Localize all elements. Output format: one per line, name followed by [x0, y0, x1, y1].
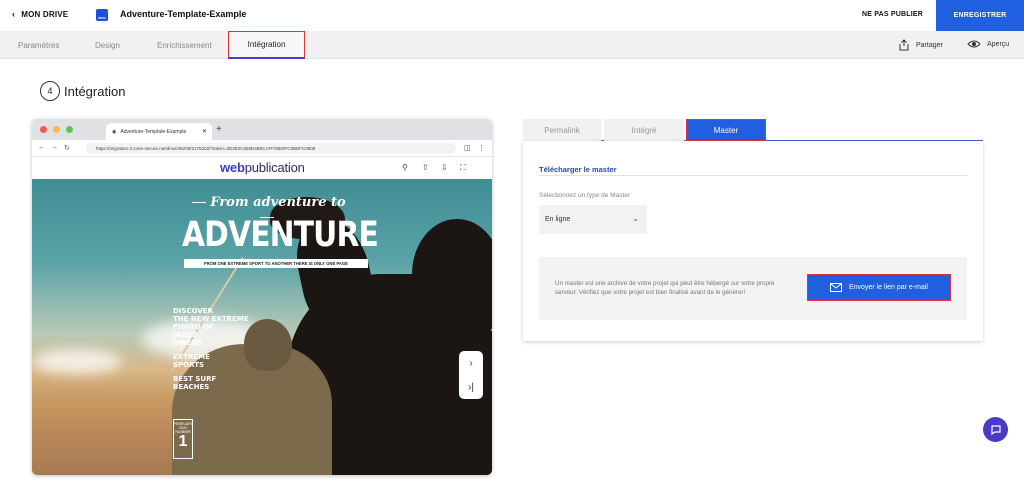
section-title: Intégration: [64, 84, 126, 99]
preview-label: Aperçu: [987, 40, 1010, 48]
master-type-select[interactable]: En ligne ⌄: [539, 205, 647, 234]
chevron-down-icon: ⌄: [632, 214, 639, 223]
preview-button[interactable]: Aperçu: [967, 39, 1009, 49]
webpublication-logo: webpublication: [220, 160, 305, 175]
share-button[interactable]: Partager: [898, 39, 943, 51]
page-navigator: › ›|: [459, 351, 483, 399]
logo-publication: publication: [244, 160, 305, 175]
next-page-icon[interactable]: ›: [469, 358, 472, 369]
search-icon: ⚲: [402, 163, 408, 172]
back-to-drive-link[interactable]: ‹ MON DRIVE: [12, 9, 68, 19]
master-info-text: Un master est une archive de votre proje…: [555, 280, 775, 296]
issue-box: FEBRUARY 2024 NUMBER 1: [173, 419, 193, 459]
send-email-label: Envoyer le lien par e-mail: [849, 284, 928, 291]
close-dot-icon: [40, 126, 47, 133]
integration-tabs: Permalink Intégré Master: [523, 119, 983, 141]
maximize-dot-icon: [66, 126, 73, 133]
send-email-button[interactable]: Envoyer le lien par e-mail: [807, 274, 951, 301]
editor-tabs: Paramètres Design Enrichissement Intégra…: [0, 31, 1024, 59]
tab-parametres[interactable]: Paramètres: [18, 31, 59, 59]
magazine-cover: From adventure to ADVENTURE FROM ONE EXT…: [32, 179, 492, 475]
browser-tab-bar: ◉ Adventure-Template-Example ✕ +: [32, 119, 492, 140]
share-icon: ⇧: [422, 163, 429, 172]
back-label: MON DRIVE: [21, 9, 69, 19]
master-type-label: Sélectionnez un type de Master: [539, 192, 631, 199]
master-info-box: Un master est une archive de votre proje…: [539, 257, 967, 320]
minimize-dot-icon: [53, 126, 60, 133]
globe-icon: ◉: [112, 128, 117, 135]
close-tab-icon: ✕: [201, 129, 207, 135]
save-button[interactable]: ENREGISTRER: [936, 0, 1024, 31]
tab-design[interactable]: Design: [95, 31, 120, 59]
unpublish-button[interactable]: NE PAS PUBLIER: [862, 11, 923, 18]
cover-side-text: DISCOVER THE NEW EXTREME PHOTO OF JAKOB …: [173, 307, 249, 391]
divider: [539, 175, 967, 176]
tab-permalink[interactable]: Permalink: [523, 119, 601, 141]
fullscreen-icon: ⛶: [460, 163, 466, 172]
back-arrow-icon: ←: [38, 144, 45, 151]
cover-subline: FROM ONE EXTREME SPORT TO ANOTHER THERE …: [184, 259, 368, 268]
tab-enrichissement[interactable]: Enrichissement: [157, 31, 212, 59]
indd-document-icon: INDD: [96, 9, 108, 21]
master-type-value: En ligne: [545, 216, 571, 223]
download-icon: ⇩: [441, 163, 448, 172]
reload-icon: ↻: [64, 145, 70, 152]
url-field: https://migration-3.zone-secure.net/driv…: [86, 143, 456, 154]
master-panel: Télécharger le master Sélectionnez un ty…: [523, 141, 983, 341]
share-icon: [899, 39, 909, 51]
logo-web: web: [220, 160, 245, 175]
top-bar: ‹ MON DRIVE INDD Adventure-Template-Exam…: [0, 0, 1024, 31]
document-title: Adventure-Template-Example: [120, 9, 247, 19]
browser-preview: ◉ Adventure-Template-Example ✕ + ← → ↻ h…: [32, 119, 492, 475]
chat-button[interactable]: [983, 417, 1008, 442]
chevron-left-icon: ‹: [12, 9, 16, 19]
master-title: Télécharger le master: [539, 165, 617, 174]
forward-arrow-icon: →: [51, 144, 58, 151]
last-page-icon[interactable]: ›|: [468, 382, 474, 393]
chat-icon: [990, 424, 1001, 435]
tab-master[interactable]: Master: [686, 119, 766, 141]
menu-dots-icon: ⋮: [478, 145, 485, 152]
browser-address-bar: ← → ↻ https://migration-3.zone-secure.ne…: [32, 140, 492, 157]
eye-icon: [967, 40, 981, 48]
new-tab-icon: +: [216, 124, 222, 135]
sidebar-toggle-icon: ◫: [464, 145, 471, 152]
envelope-icon: [830, 283, 842, 292]
share-label: Partager: [916, 41, 943, 49]
browser-tab-title: Adventure-Template-Example: [120, 128, 187, 135]
webpublication-toolbar: webpublication ⚲ ⇧ ⇩ ⛶: [32, 157, 492, 179]
tab-integration[interactable]: Intégration: [228, 31, 305, 59]
browser-tab: ◉ Adventure-Template-Example ✕: [106, 123, 212, 140]
step-number: 4: [40, 81, 60, 101]
cover-headline: ADVENTURE: [182, 215, 379, 255]
tab-integre[interactable]: Intégré: [604, 119, 684, 141]
